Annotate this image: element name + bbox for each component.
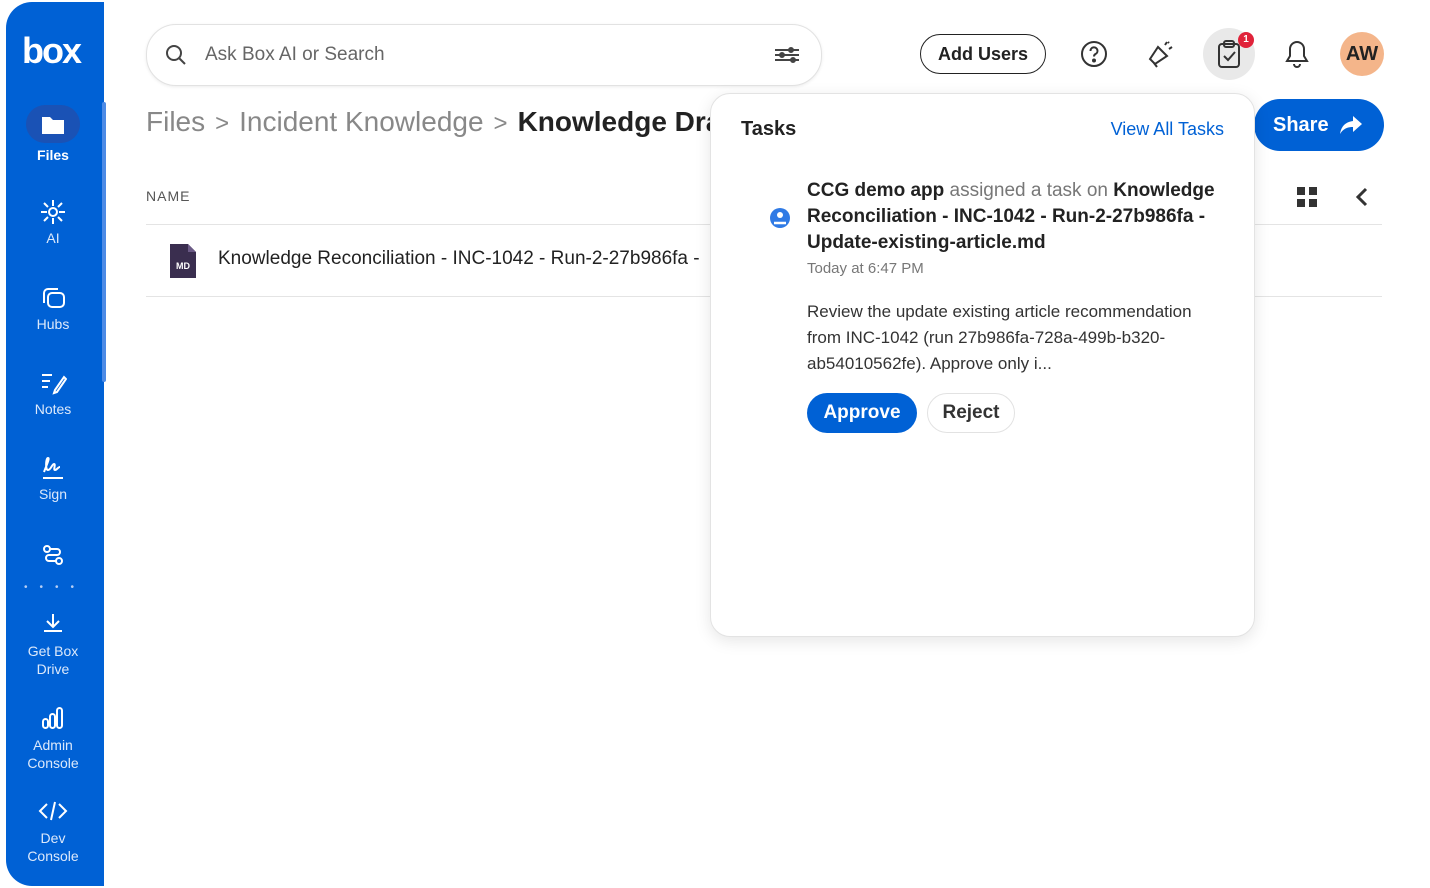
code-icon [6,795,100,825]
breadcrumb-current-folder: Knowledge Drafts [517,106,711,137]
sidebar-item-label: Dev Console [27,830,79,864]
chevron-right-icon: > [493,110,508,137]
share-button-label: Share [1273,114,1329,136]
notes-icon [6,367,100,397]
tasks-count-badge: 1 [1238,32,1254,48]
hubs-icon [6,282,100,312]
sidebar-item-label: Hubs [36,316,70,332]
admin-icon [6,702,100,732]
sidebar-item-label: Files [37,147,69,163]
breadcrumb-files[interactable]: Files [146,106,205,137]
divider [1254,224,1382,225]
download-icon [6,608,100,638]
panel-title: Tasks [741,118,797,140]
sidebar-item-label: Notes [34,401,72,417]
sidebar-item-label: Admin Console [27,737,79,771]
task-verb: assigned a task on [949,180,1108,201]
sidebar-overflow-dots: •••• [24,582,87,593]
filter-icon[interactable] [773,45,801,70]
search-icon [165,44,187,71]
sidebar-scrollbar[interactable] [102,102,106,382]
sidebar-item-label: AI [46,230,60,246]
task-timestamp: Today at 6:47 PM [807,260,924,277]
file-name[interactable]: Knowledge Reconciliation - INC-1042 - Ru… [218,248,700,270]
sidebar: box Files AI Hubs Notes Sign •••• Get Bo… [6,2,106,886]
ai-icon [6,196,100,226]
search-bar[interactable] [146,24,822,86]
sidebar-item-dev-console[interactable]: Dev Console [6,795,100,865]
sign-icon [6,452,100,482]
task-description: Review the update existing article recom… [807,302,1192,373]
box-logo[interactable]: box [22,30,82,72]
announcements-icon[interactable] [1140,34,1180,74]
grid-view-icon[interactable] [1296,186,1318,213]
sidebar-item-files[interactable]: Files [6,105,100,163]
column-header-name[interactable]: NAME [146,188,190,204]
sidebar-item-label: Sign [38,486,68,502]
sidebar-item-sign[interactable]: Sign [6,452,100,502]
chevron-left-icon[interactable] [1352,186,1372,213]
automate-icon [6,539,100,569]
view-all-tasks-link[interactable]: View All Tasks [1111,119,1224,140]
sidebar-item-label: Get Box Drive [27,643,79,677]
divider [146,296,710,297]
divider [1254,296,1382,297]
folder-icon [26,105,80,143]
sidebar-item-admin-console[interactable]: Admin Console [6,702,100,772]
tasks-panel: Tasks View All Tasks CCG demo app assign… [710,93,1255,637]
add-users-button[interactable]: Add Users [920,34,1046,74]
user-avatar[interactable]: AW [1340,32,1384,76]
sidebar-item-automate[interactable] [6,539,100,573]
sidebar-item-notes[interactable]: Notes [6,367,100,417]
approve-button[interactable]: Approve [807,393,917,433]
search-input[interactable] [203,39,747,71]
task-status-icon [769,207,791,234]
task-summary: CCG demo app assigned a task on Knowledg… [807,178,1227,256]
share-arrow-icon [1340,116,1362,134]
sidebar-item-ai[interactable]: AI [6,196,100,246]
chevron-right-icon: > [215,110,230,137]
sidebar-item-hubs[interactable]: Hubs [6,282,100,332]
notifications-bell-icon[interactable] [1277,34,1317,74]
share-button[interactable]: Share [1254,99,1384,151]
reject-button[interactable]: Reject [927,393,1015,433]
markdown-file-icon: MD [168,242,198,280]
task-actor: CCG demo app [807,180,945,201]
help-icon[interactable] [1074,34,1114,74]
breadcrumb-incident-knowledge[interactable]: Incident Knowledge [239,106,483,137]
divider [146,224,710,225]
breadcrumb: Files > Incident Knowledge > Knowledge Draft… [146,106,711,138]
file-type-label: MD [176,261,190,271]
sidebar-item-get-box-drive[interactable]: Get Box Drive [6,608,100,678]
